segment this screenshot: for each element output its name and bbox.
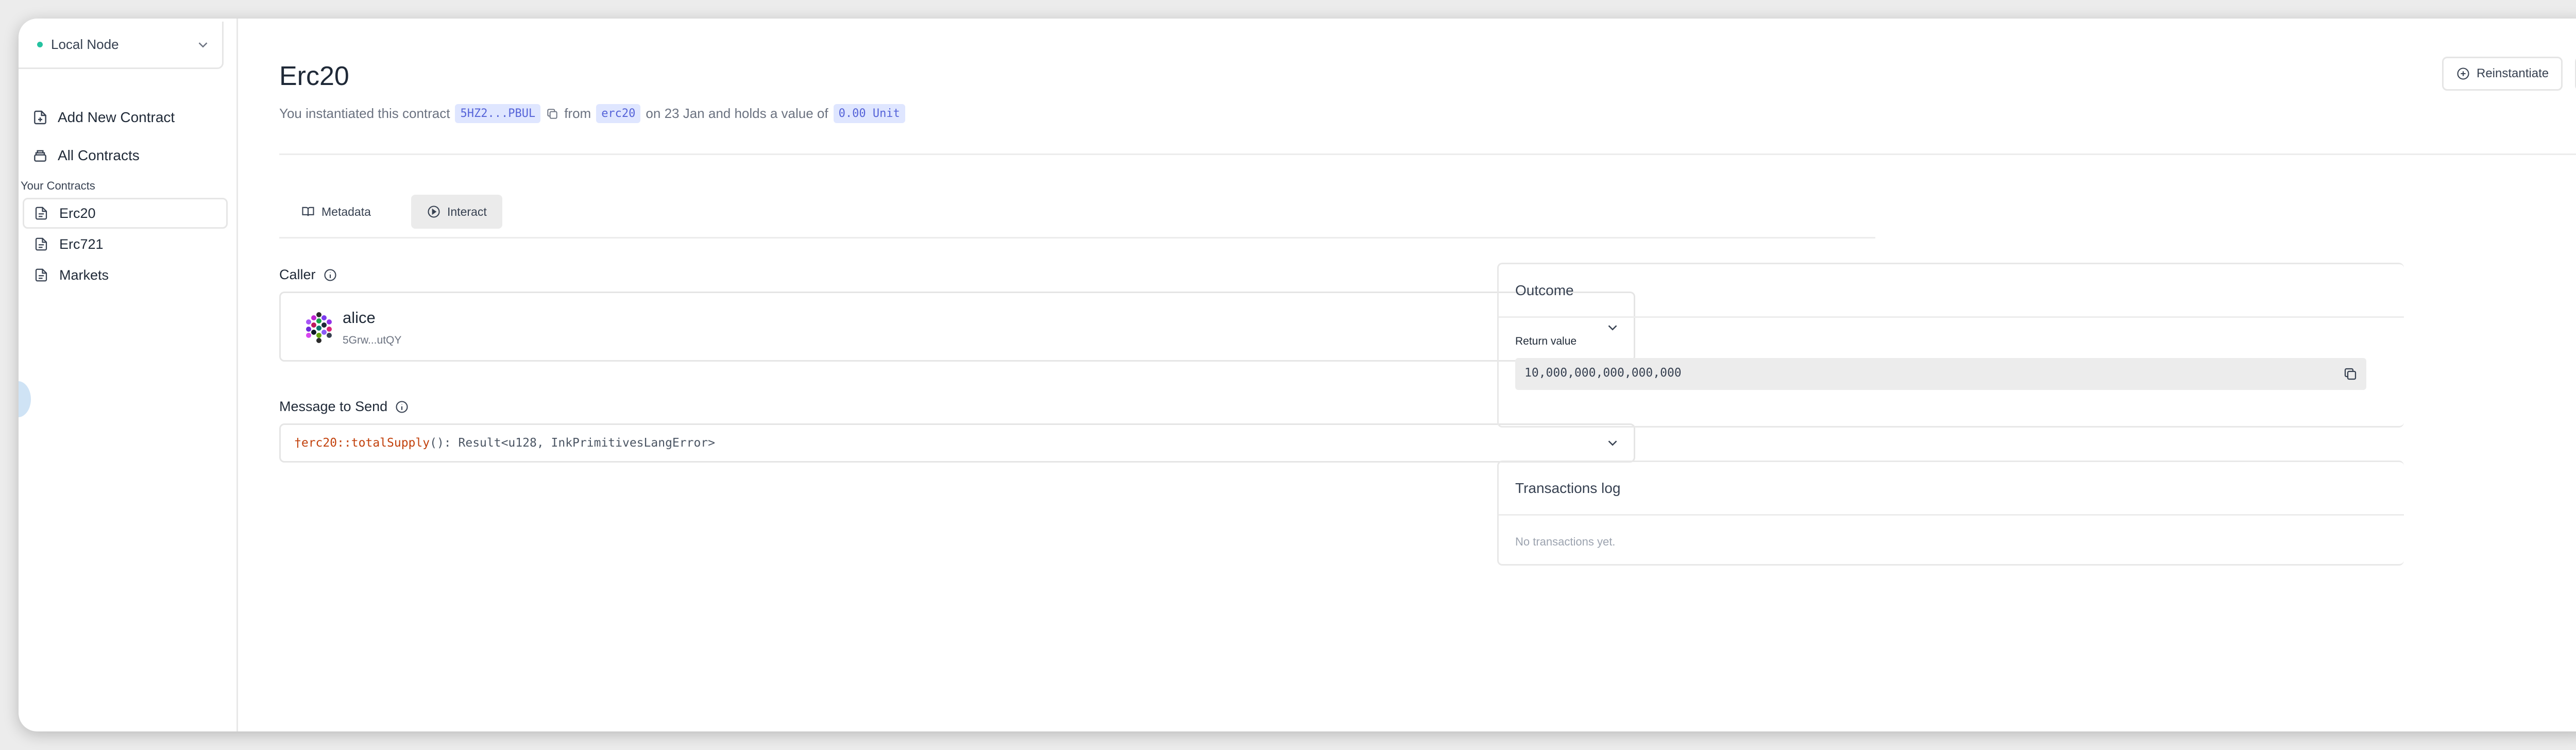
message-signature: †erc20::totalSupply(): Result<u128, InkP… xyxy=(294,436,715,450)
file-plus-icon xyxy=(34,110,46,125)
info-icon[interactable] xyxy=(323,268,337,282)
chevron-down-icon xyxy=(1608,440,1617,446)
node-label: Local Node xyxy=(51,37,119,52)
sidebar-item-markets[interactable]: Markets xyxy=(23,260,228,291)
add-new-contract-label: Add New Contract xyxy=(58,109,175,125)
message-label-text: Message to Send xyxy=(279,399,388,414)
help-bubble[interactable] xyxy=(19,381,31,417)
all-contracts-link[interactable]: All Contracts xyxy=(32,140,140,171)
document-icon xyxy=(35,237,47,251)
tab-interact[interactable]: Interact xyxy=(411,195,502,229)
play-circle-icon xyxy=(428,206,440,218)
return-value: 10,000,000,000,000,000 xyxy=(1524,366,1682,380)
book-icon xyxy=(302,207,314,216)
plus-circle-icon xyxy=(2457,67,2469,80)
contract-address-badge: 5HZ2...PBUL xyxy=(455,104,541,123)
copy-icon[interactable] xyxy=(2343,366,2358,382)
summary-date: on 23 Jan and holds a value of xyxy=(646,106,828,121)
transactions-empty-text: No transactions yet. xyxy=(1515,535,1616,548)
sidebar-item-erc721[interactable]: Erc721 xyxy=(23,229,228,260)
copy-icon[interactable] xyxy=(546,107,559,121)
caller-name: alice xyxy=(343,309,376,327)
reinstantiate-label: Reinstantiate xyxy=(2477,66,2549,80)
return-value-label: Return value xyxy=(1515,335,1577,347)
outcome-title: Outcome xyxy=(1499,264,2404,318)
your-contracts-heading: Your Contracts xyxy=(21,179,95,192)
sidebar-item-erc20[interactable]: Erc20 xyxy=(23,198,228,229)
caller-address: 5Grw...utQY xyxy=(343,334,402,346)
chevron-down-icon xyxy=(198,42,208,48)
contract-summary: You instantiated this contract 5HZ2...PB… xyxy=(279,104,905,123)
transactions-log-panel: Transactions log No transactions yet. xyxy=(1497,461,2404,566)
caller-label: Caller xyxy=(279,267,337,283)
summary-from: from xyxy=(564,106,591,121)
return-value-field: 10,000,000,000,000,000 xyxy=(1515,358,2366,390)
header-divider xyxy=(279,154,2576,155)
sidebar: Local Node Add New Contract All Contract… xyxy=(19,19,238,731)
tab-label: Metadata xyxy=(321,204,371,218)
document-icon xyxy=(35,268,47,282)
stack-icon xyxy=(34,150,46,162)
value-badge: 0.00 Unit xyxy=(833,104,905,123)
message-fn: †erc20::totalSupply xyxy=(294,436,430,450)
page-title: Erc20 xyxy=(279,61,349,91)
app-window: Local Node Add New Contract All Contract… xyxy=(19,19,2576,731)
sidebar-item-label: Markets xyxy=(59,267,109,283)
outcome-panel: Outcome Return value 10,000,000,000,000,… xyxy=(1497,263,2404,428)
caller-label-text: Caller xyxy=(279,267,316,282)
summary-prefix: You instantiated this contract xyxy=(279,106,450,121)
add-new-contract-link[interactable]: Add New Contract xyxy=(32,102,175,133)
sidebar-item-label: Erc20 xyxy=(59,205,96,221)
message-label: Message to Send xyxy=(279,399,409,415)
caller-select[interactable]: alice 5Grw...utQY xyxy=(279,292,1635,362)
avatar xyxy=(306,312,332,343)
message-select[interactable]: †erc20::totalSupply(): Result<u128, InkP… xyxy=(279,423,1635,463)
tab-metadata[interactable]: Metadata xyxy=(285,195,386,229)
node-selector[interactable]: Local Node xyxy=(19,22,224,69)
all-contracts-label: All Contracts xyxy=(58,147,140,163)
transactions-log-title: Transactions log xyxy=(1499,462,2404,516)
reinstantiate-button[interactable]: Reinstantiate xyxy=(2442,57,2563,91)
code-name-badge: erc20 xyxy=(596,104,641,123)
document-icon xyxy=(35,207,47,220)
info-icon[interactable] xyxy=(395,400,409,414)
message-rest: (): Result<u128, InkPrimitivesLangError> xyxy=(430,436,715,450)
node-status-dot xyxy=(37,42,43,47)
sidebar-item-label: Erc721 xyxy=(59,236,104,252)
tabs-divider xyxy=(279,237,1875,238)
tab-label: Interact xyxy=(447,204,487,218)
